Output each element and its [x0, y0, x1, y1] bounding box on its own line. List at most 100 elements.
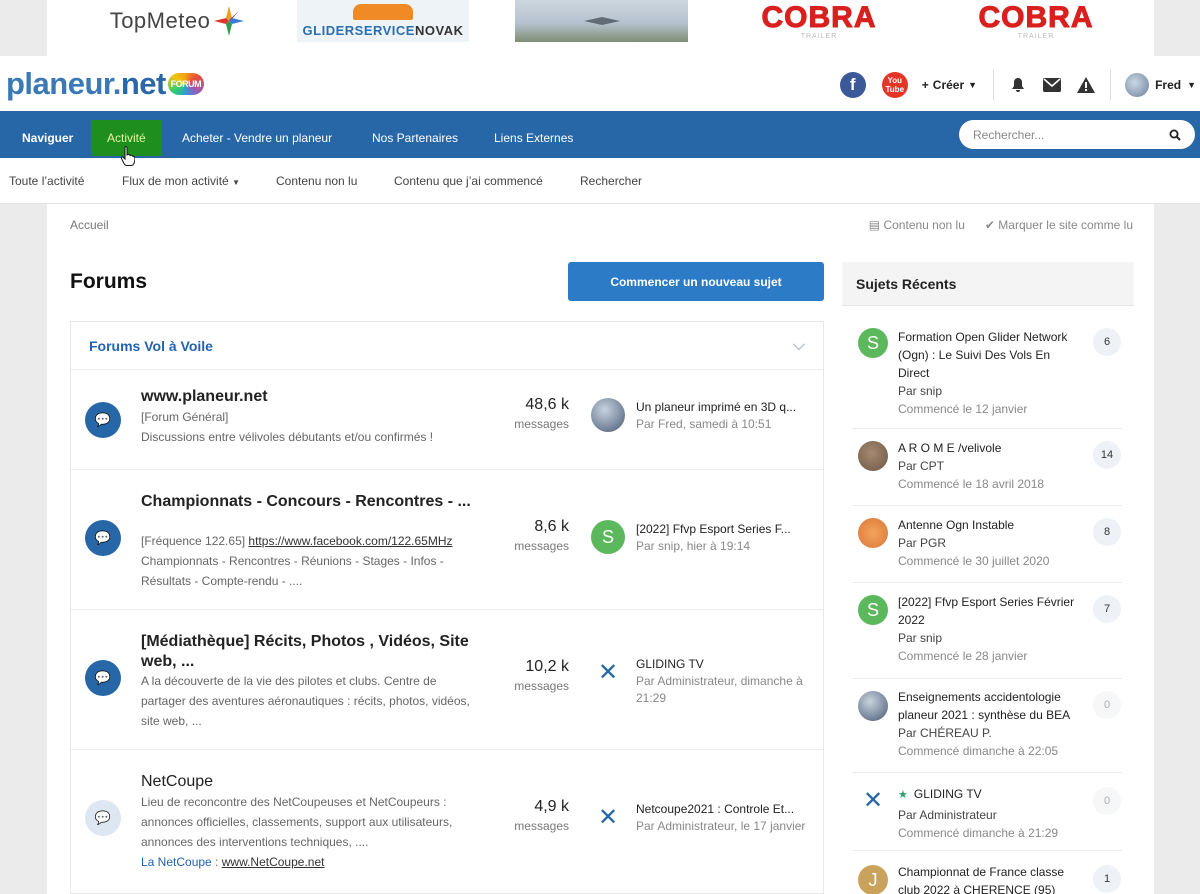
nav-partners[interactable]: Nos Partenaires	[372, 120, 458, 156]
create-menu-button[interactable]: + Créer ▼	[922, 78, 977, 92]
forum-row: 💬 NetCoupe Lieu de reconcontre des NetCo…	[71, 750, 823, 894]
netcoupe-link[interactable]: La NetCoupe	[141, 855, 212, 869]
search-input[interactable]	[973, 127, 1169, 142]
nav-external-links[interactable]: Liens Externes	[494, 120, 573, 156]
forum-desc-line: [Fréquence 122.65] https://www.facebook.…	[141, 531, 476, 551]
youtube-icon[interactable]: You Tube	[881, 72, 908, 98]
glider-icon[interactable]: ✕	[858, 785, 888, 815]
warning-icon[interactable]	[1076, 75, 1096, 95]
forum-title[interactable]: NetCoupe	[141, 772, 491, 792]
subnav-all-activity[interactable]: Toute l’activité	[9, 174, 84, 188]
envelope-icon[interactable]	[1042, 75, 1062, 95]
last-post-title[interactable]: Un planeur imprimé en 3D q...	[636, 399, 821, 416]
ad-cobra-sub: TRAILER	[800, 32, 838, 40]
forum-title[interactable]: [Médiathèque] Récits, Photos , Vidéos, S…	[141, 632, 491, 672]
caret-down-icon: ▼	[1187, 80, 1196, 90]
last-post-title[interactable]: Netcoupe2021 : Controle Et...	[636, 801, 821, 818]
subnav-search[interactable]: Rechercher	[580, 174, 642, 188]
karus-wings-icon	[583, 17, 620, 25]
forum-title[interactable]: www.planeur.net	[141, 387, 491, 407]
forum-description: [Forum Général] Discussions entre vélivo…	[141, 407, 476, 447]
subnav-my-stream-label: Flux de mon activité	[122, 174, 229, 188]
topic-title-link[interactable]: ★ GLIDING TV	[898, 785, 1078, 804]
avatar[interactable]	[591, 398, 625, 432]
ad-cobra-2[interactable]: COBRA TRAILER	[950, 0, 1122, 42]
last-post-author: Par snip, hier à 19:14	[636, 539, 751, 553]
nav-marketplace[interactable]: Acheter - Vendre un planeur	[182, 120, 332, 156]
ad-topmeteo[interactable]: TopMeteo	[97, 0, 257, 42]
message-count-label: messages	[514, 679, 569, 693]
yt-text-b: Tube	[885, 85, 905, 94]
netcoupe-site-link[interactable]: www.NetCoupe.net	[222, 855, 325, 869]
ad-glider-text-b: NOVAK	[414, 23, 464, 38]
chevron-down-icon[interactable]: ⌵	[793, 337, 805, 355]
topic-title[interactable]: A R O M E /velivole	[898, 439, 1078, 457]
bell-icon[interactable]	[1008, 75, 1028, 95]
mark-site-read-label: Marquer le site comme lu	[998, 218, 1133, 232]
glider-icon[interactable]: ✕	[591, 655, 625, 689]
avatar[interactable]	[858, 691, 888, 721]
recent-topic: S Formation Open Glider Network (Ogn) : …	[852, 318, 1122, 429]
ad-gliderservice[interactable]: GLIDERSERVICENOVAK	[297, 0, 469, 42]
user-menu[interactable]: Fred ▼	[1125, 73, 1196, 97]
avatar[interactable]	[858, 518, 888, 548]
forum-desc-line: La NetCoupe : www.NetCoupe.net	[141, 852, 476, 872]
forum-stats: 10,2 k messages	[501, 658, 569, 693]
ad-cobra-sub: TRAILER	[1017, 32, 1055, 40]
star-icon: ★	[898, 789, 908, 801]
topic-author: Par PGR	[898, 536, 947, 550]
recent-topic: Antenne Ogn Instable Par PGR Commencé le…	[852, 506, 1122, 583]
search-icon[interactable]	[1169, 129, 1181, 141]
forum-row: 💬 www.planeur.net [Forum Général] Discus…	[71, 370, 823, 470]
avatar[interactable]: J	[858, 865, 888, 894]
facebook-link[interactable]: https://www.facebook.com/122.65MHz	[248, 534, 452, 548]
activity-subnav: Toute l’activité Flux de mon activité ▼ …	[0, 158, 1200, 204]
ad-cobra-word: COBRA	[978, 0, 1094, 34]
topic-title[interactable]: Championnat de France classe club 2022 à…	[898, 863, 1078, 894]
forum-category: Forums Vol à Voile ⌵ 💬 www.planeur.net […	[70, 321, 824, 894]
hand-cursor-icon	[121, 146, 135, 166]
mark-site-read-link[interactable]: ✔ Marquer le site comme lu	[985, 218, 1133, 232]
topic-title[interactable]: Antenne Ogn Instable	[898, 516, 1078, 534]
recent-topic: S [2022] Ffvp Esport Series Février 2022…	[852, 583, 1122, 679]
chat-bubbles-icon: 💬	[85, 660, 121, 696]
recent-topic: J Championnat de France classe club 2022…	[852, 851, 1122, 894]
ad-cobra-1[interactable]: COBRA TRAILER	[733, 0, 905, 42]
start-new-topic-button[interactable]: Commencer un nouveau sujet	[568, 262, 824, 301]
topic-title[interactable]: [2022] Ffvp Esport Series Février 2022	[898, 593, 1078, 629]
topic-title[interactable]: Formation Open Glider Network (Ogn) : Le…	[898, 328, 1078, 382]
glider-icon[interactable]: ✕	[591, 800, 625, 834]
nav-browse[interactable]: Naviguer	[22, 120, 73, 156]
brand-text-a: planeur.	[6, 66, 121, 101]
category-header[interactable]: Forums Vol à Voile ⌵	[71, 322, 823, 370]
avatar[interactable]	[858, 441, 888, 471]
avatar[interactable]: S	[858, 595, 888, 625]
message-count: 10,2 k	[525, 658, 569, 675]
last-post-title[interactable]: GLIDING TV	[636, 656, 821, 673]
site-logo[interactable]: planeur. net FORUM	[6, 66, 204, 102]
message-count-label: messages	[514, 819, 569, 833]
ad-glider-text-a: GLIDERSERVICE	[302, 23, 415, 38]
reply-count-badge: 7	[1093, 595, 1121, 623]
newspaper-icon: ▤	[868, 218, 881, 232]
search-box[interactable]	[959, 120, 1195, 149]
cloud-plane-icon	[353, 4, 413, 20]
facebook-icon[interactable]: f	[839, 72, 866, 98]
ad-topmeteo-text: TopMeteo	[109, 8, 211, 33]
avatar[interactable]: S	[591, 520, 625, 554]
breadcrumb[interactable]: Accueil	[70, 218, 109, 232]
ad-karus-photo[interactable]	[515, 0, 688, 42]
avatar[interactable]: S	[858, 328, 888, 358]
subnav-my-stream[interactable]: Flux de mon activité ▼	[122, 174, 240, 188]
forum-title[interactable]: Championnats - Concours - Rencontres - .…	[141, 492, 491, 512]
unread-content-label: Contenu non lu	[883, 218, 965, 232]
last-post-title[interactable]: [2022] Ffvp Esport Series F...	[636, 521, 821, 538]
compass-star-icon	[214, 6, 245, 36]
subnav-started[interactable]: Contenu que j’ai commencé	[394, 174, 543, 188]
chat-bubbles-icon: 💬	[85, 402, 121, 438]
unread-content-link[interactable]: ▤ Contenu non lu	[869, 218, 965, 232]
topic-date: Commencé le 28 janvier	[898, 649, 1028, 663]
ad-banner: TopMeteo GLIDERSERVICENOVAK COBRA TRAILE…	[47, 0, 1154, 56]
subnav-unread[interactable]: Contenu non lu	[276, 174, 357, 188]
topic-title[interactable]: Enseignements accidentologie planeur 202…	[898, 688, 1078, 724]
